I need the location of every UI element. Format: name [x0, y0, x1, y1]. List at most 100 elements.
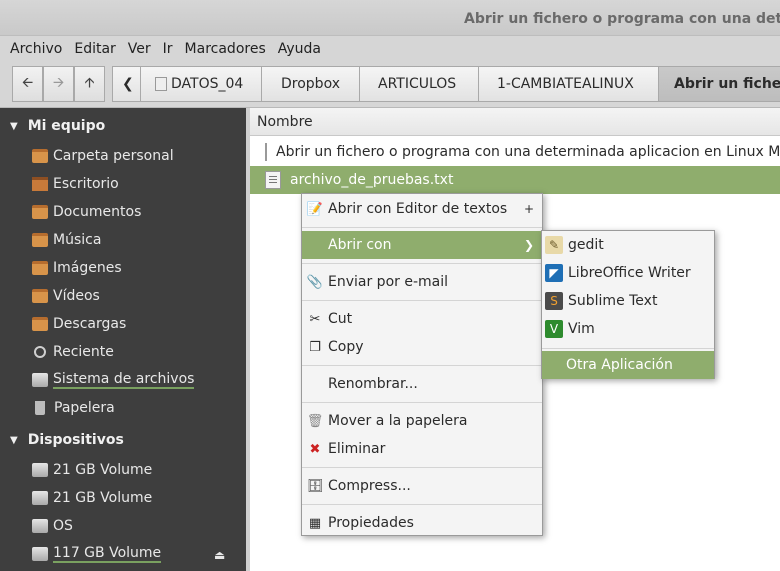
file-row-selected[interactable]: archivo_de_pruebas.txt	[250, 166, 780, 194]
sidebar-item-label: Reciente	[53, 344, 114, 360]
breadcrumb: ❮ DATOS_04 Dropbox ARTICULOS 1-CAMBIATEA…	[112, 66, 780, 102]
crumb-label: ARTICULOS	[378, 76, 457, 92]
submenu-item-gedit[interactable]: ✎ gedit	[542, 231, 714, 259]
plus-icon: +	[523, 202, 534, 216]
arrow-up-icon: 🡩	[84, 75, 95, 91]
column-label: Nombre	[257, 113, 313, 130]
sidebar-item-descargas[interactable]: Descargas	[32, 311, 126, 337]
sidebar-item-escritorio[interactable]: Escritorio	[32, 171, 119, 197]
menu-item-delete[interactable]: ✖ Eliminar	[302, 435, 542, 463]
menu-item-properties[interactable]: ▦ Propiedades	[302, 509, 542, 537]
menu-archivo[interactable]: Archivo	[4, 41, 68, 57]
submenu-item-other-application[interactable]: Otra Aplicación	[542, 351, 714, 379]
crumb-label: 1-CAMBIATEALINUX	[497, 76, 634, 92]
menu-item-trash[interactable]: 🗑 Mover a la papelera	[302, 407, 542, 435]
menu-ver[interactable]: Ver	[122, 41, 157, 57]
sidebar-item-label: Música	[53, 232, 102, 248]
music-folder-icon	[32, 233, 48, 247]
documents-folder-icon	[32, 205, 48, 219]
menu-item-label: Cut	[328, 311, 353, 327]
sidebar-item-volume-2[interactable]: 21 GB Volume	[32, 485, 152, 511]
drive-icon	[155, 77, 167, 91]
context-menu: 📝 Abrir con Editor de textos + Abrir con ❯ …	[301, 193, 543, 536]
home-folder-icon	[32, 149, 48, 163]
videos-folder-icon	[32, 289, 48, 303]
up-button[interactable]: 🡩	[74, 66, 105, 102]
menu-bar: Archivo Editar Ver Ir Marcadores Ayuda	[0, 36, 780, 62]
libreoffice-writer-icon: ◤	[545, 264, 563, 282]
submenu-item-libreoffice-writer[interactable]: ◤ LibreOffice Writer	[542, 259, 714, 287]
menu-item-label: Eliminar	[328, 441, 386, 457]
sidebar-item-label: Documentos	[53, 204, 142, 220]
menu-item-label: Enviar por e-mail	[328, 274, 448, 290]
menu-item-copy[interactable]: ❐ Copy	[302, 333, 542, 361]
sidebar-item-volume-1[interactable]: 21 GB Volume	[32, 457, 152, 483]
expander-down-icon: ▼	[10, 434, 18, 446]
breadcrumb-scroll-left[interactable]: ❮	[112, 66, 141, 102]
menu-item-open-with[interactable]: Abrir con ❯	[302, 231, 542, 259]
sidebar-item-label: Carpeta personal	[53, 148, 174, 164]
sidebar: ▼ Mi equipo Carpeta personal Escritorio D…	[0, 108, 246, 571]
section-dispositivos[interactable]: ▼ Dispositivos	[0, 426, 124, 454]
drive-icon	[32, 491, 48, 505]
submenu-item-vim[interactable]: V Vim	[542, 315, 714, 343]
menu-item-cut[interactable]: ✂ Cut	[302, 305, 542, 333]
separator	[302, 227, 542, 228]
window-title: Abrir un fichero o programa con una dete	[464, 11, 780, 27]
text-file-icon	[265, 171, 281, 189]
file-row[interactable]: Abrir un fichero o programa con una dete…	[250, 138, 780, 166]
crumb-dropbox[interactable]: Dropbox	[262, 66, 360, 102]
sidebar-item-reciente[interactable]: Reciente	[32, 339, 114, 365]
separator	[302, 504, 542, 505]
crumb-datos[interactable]: DATOS_04	[141, 66, 262, 102]
downloads-folder-icon	[32, 317, 48, 331]
sidebar-item-label: Vídeos	[53, 288, 100, 304]
drive-icon	[32, 519, 48, 533]
submenu-item-label: Sublime Text	[568, 293, 658, 309]
paperclip-icon: 📎	[306, 274, 324, 290]
expander-down-icon: ▼	[10, 120, 18, 132]
menu-item-label: Renombrar...	[328, 376, 418, 392]
column-header-nombre[interactable]: Nombre	[250, 108, 780, 136]
submenu-item-sublime-text[interactable]: S Sublime Text	[542, 287, 714, 315]
sidebar-item-label: Papelera	[54, 400, 115, 416]
sidebar-item-label: 21 GB Volume	[53, 490, 153, 506]
menu-ir[interactable]: Ir	[157, 41, 179, 57]
sidebar-item-volume-117[interactable]: 117 GB Volume	[32, 541, 162, 567]
menu-item-email[interactable]: 📎 Enviar por e-mail	[302, 268, 542, 296]
arrow-right-icon: 🡪	[52, 75, 65, 91]
sidebar-item-videos[interactable]: Vídeos	[32, 283, 100, 309]
crumb-cambiatealinux[interactable]: 1-CAMBIATEALINUX	[479, 66, 659, 102]
menu-item-open-with-editor[interactable]: 📝 Abrir con Editor de textos +	[302, 195, 542, 223]
trash-icon	[35, 401, 45, 415]
sublime-text-icon: S	[545, 292, 563, 310]
sidebar-item-carpeta-personal[interactable]: Carpeta personal	[32, 143, 174, 169]
sidebar-item-label: Escritorio	[53, 176, 119, 192]
eject-icon[interactable]: ⏏	[214, 548, 225, 562]
sidebar-item-documentos[interactable]: Documentos	[32, 199, 141, 225]
back-button[interactable]: 🡨	[12, 66, 43, 102]
menu-ayuda[interactable]: Ayuda	[272, 41, 327, 57]
sidebar-item-sistema-de-archivos[interactable]: Sistema de archivos	[32, 367, 195, 393]
menu-marcadores[interactable]: Marcadores	[179, 41, 272, 57]
crumb-articulos[interactable]: ARTICULOS	[360, 66, 479, 102]
section-mi-equipo[interactable]: ▼ Mi equipo	[0, 112, 105, 140]
menu-item-rename[interactable]: Renombrar...	[302, 370, 542, 398]
archive-icon: 🗄	[306, 478, 324, 494]
crumb-current[interactable]: Abrir un fichero	[659, 66, 780, 102]
vim-icon: V	[545, 320, 563, 338]
menu-item-label: Copy	[328, 339, 364, 355]
separator	[302, 300, 542, 301]
menu-editar[interactable]: Editar	[68, 41, 121, 57]
separator	[302, 263, 542, 264]
crumb-label: DATOS_04	[171, 76, 244, 92]
sidebar-item-papelera[interactable]: Papelera	[32, 395, 115, 421]
desktop-icon	[32, 177, 48, 191]
sidebar-item-musica[interactable]: Música	[32, 227, 101, 253]
forward-button[interactable]: 🡪	[43, 66, 74, 102]
sidebar-item-imagenes[interactable]: Imágenes	[32, 255, 122, 281]
sidebar-item-os[interactable]: OS	[32, 513, 73, 539]
menu-item-label: Propiedades	[328, 515, 414, 531]
menu-item-compress[interactable]: 🗄 Compress...	[302, 472, 542, 500]
submenu-item-label: Vim	[568, 321, 595, 337]
